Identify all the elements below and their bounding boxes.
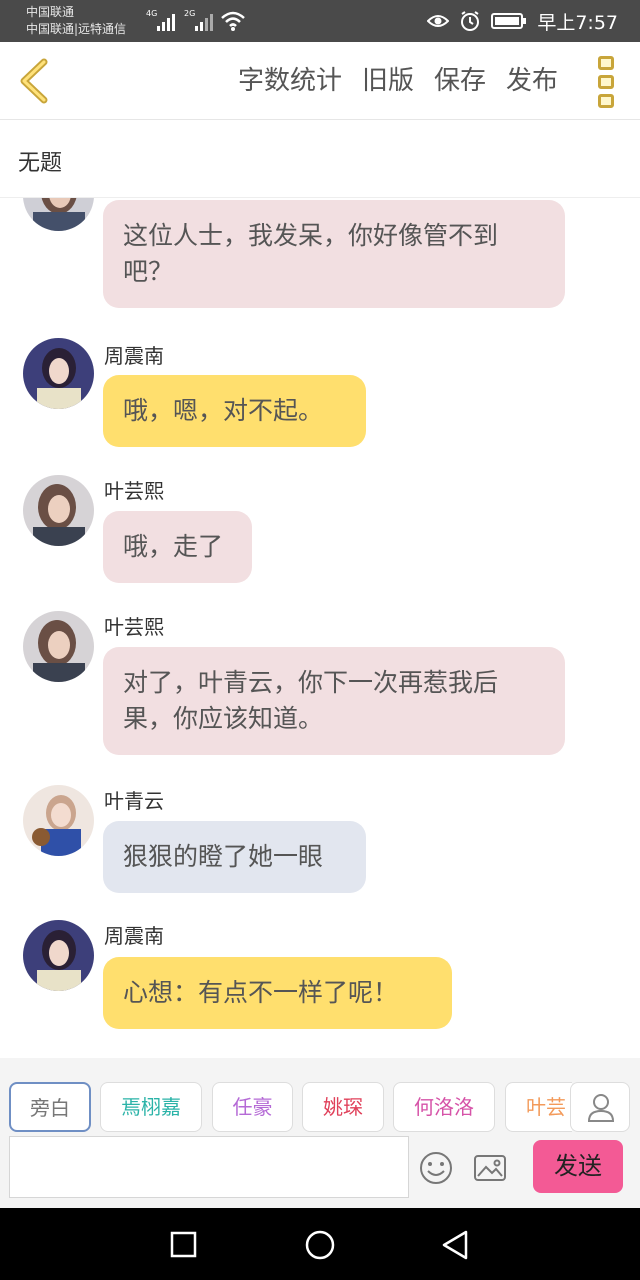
role-tab[interactable]: 叶芸 bbox=[505, 1082, 572, 1132]
wifi-icon bbox=[221, 11, 245, 31]
role-label: 何洛洛 bbox=[414, 1095, 474, 1119]
role-label: 焉栩嘉 bbox=[121, 1095, 181, 1119]
carrier-line-2: 中国联通|远特通信 bbox=[26, 22, 127, 36]
signal-4g-icon: 4G bbox=[146, 9, 176, 32]
status-right: 早上7:57 bbox=[427, 8, 618, 34]
back-nav-icon[interactable] bbox=[440, 1229, 470, 1261]
avatar[interactable] bbox=[23, 785, 94, 856]
speaker-name: 周震南 bbox=[104, 924, 164, 948]
chat-area[interactable]: 这位人士，我发呆，你好像管不到吧？ 周震南 哦，嗯，对不起。 叶芸熙 哦，走了 bbox=[0, 198, 640, 1058]
role-manage-button[interactable] bbox=[570, 1082, 630, 1132]
recent-apps-icon[interactable] bbox=[170, 1231, 197, 1258]
message-bubble[interactable]: 哦，走了 bbox=[103, 511, 252, 583]
alarm-icon bbox=[461, 11, 480, 31]
role-label: 姚琛 bbox=[323, 1095, 363, 1119]
emoji-button[interactable] bbox=[418, 1150, 454, 1186]
speaker-name: 叶青云 bbox=[104, 789, 164, 813]
speaker-name: 叶芸熙 bbox=[104, 615, 164, 639]
top-bar: 字数统计 旧版 保存 发布 bbox=[0, 42, 640, 120]
menu-dot-icon bbox=[598, 75, 614, 89]
title-bar[interactable]: 无题 bbox=[0, 121, 640, 198]
avatar[interactable] bbox=[23, 611, 94, 682]
send-button[interactable]: 发送 bbox=[533, 1140, 623, 1193]
avatar[interactable] bbox=[23, 920, 94, 991]
status-time: 早上7:57 bbox=[537, 11, 618, 34]
person-icon bbox=[587, 1094, 615, 1122]
speaker-name: 周震南 bbox=[104, 344, 164, 368]
save-button[interactable]: 保存 bbox=[434, 64, 486, 98]
smiley-icon bbox=[420, 1152, 452, 1184]
message-bubble[interactable]: 哦，嗯，对不起。 bbox=[103, 375, 366, 447]
old-version-button[interactable]: 旧版 bbox=[362, 64, 414, 98]
menu-dot-icon bbox=[598, 56, 614, 70]
role-tab[interactable]: 焉栩嘉 bbox=[100, 1082, 202, 1132]
chevron-left-icon bbox=[20, 58, 48, 104]
battery-icon bbox=[491, 13, 527, 29]
carrier-info: 中国联通 中国联通|远特通信 bbox=[26, 4, 126, 38]
signal-2g-icon: 2G bbox=[184, 9, 214, 32]
word-count-button[interactable]: 字数统计 bbox=[238, 64, 342, 98]
role-tab[interactable]: 任豪 bbox=[212, 1082, 293, 1132]
status-bar: 中国联通 中国联通|远特通信 4G 2G 早上7:57 bbox=[0, 0, 640, 42]
back-button[interactable] bbox=[14, 56, 54, 106]
role-tab[interactable]: 何洛洛 bbox=[393, 1082, 495, 1132]
system-nav-bar bbox=[0, 1208, 640, 1280]
carrier-line-1: 中国联通 bbox=[26, 5, 75, 19]
compose-panel: 旁白 焉栩嘉 任豪 姚琛 何洛洛 叶芸 发送 bbox=[0, 1058, 640, 1208]
more-menu-button[interactable] bbox=[596, 56, 618, 108]
eye-icon bbox=[427, 15, 450, 27]
role-label: 旁白 bbox=[30, 1096, 70, 1120]
publish-button[interactable]: 发布 bbox=[506, 64, 558, 98]
menu-dot-icon bbox=[598, 94, 614, 108]
message-bubble[interactable]: 这位人士，我发呆，你好像管不到吧？ bbox=[103, 200, 565, 308]
role-tab[interactable]: 姚琛 bbox=[302, 1082, 384, 1132]
role-tab-narrator[interactable]: 旁白 bbox=[9, 1082, 91, 1132]
home-icon[interactable] bbox=[304, 1229, 336, 1261]
avatar[interactable] bbox=[23, 198, 94, 231]
role-selector[interactable]: 旁白 焉栩嘉 任豪 姚琛 何洛洛 叶芸 bbox=[0, 1082, 572, 1132]
role-label: 任豪 bbox=[232, 1095, 273, 1119]
send-label: 发送 bbox=[554, 1152, 602, 1180]
avatar[interactable] bbox=[23, 475, 94, 546]
message-input[interactable] bbox=[9, 1136, 409, 1198]
role-label: 叶芸 bbox=[526, 1095, 566, 1119]
message-bubble[interactable]: 心想：有点不一样了呢！ bbox=[103, 957, 452, 1029]
speaker-name: 叶芸熙 bbox=[104, 479, 164, 503]
message-bubble[interactable]: 对了，叶青云，你下一次再惹我后果，你应该知道。 bbox=[103, 647, 565, 755]
image-button[interactable] bbox=[472, 1150, 508, 1186]
message-bubble[interactable]: 狠狠的瞪了她一眼 bbox=[103, 821, 366, 893]
image-icon bbox=[474, 1155, 506, 1181]
avatar[interactable] bbox=[23, 338, 94, 409]
story-title[interactable]: 无题 bbox=[18, 145, 62, 177]
top-actions: 字数统计 旧版 保存 发布 bbox=[238, 64, 558, 98]
